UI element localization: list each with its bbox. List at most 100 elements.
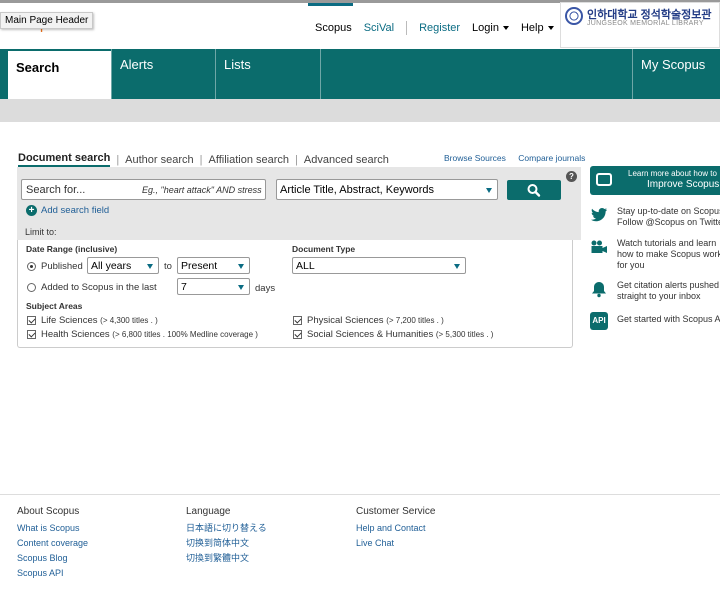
footer-link-content-coverage[interactable]: Content coverage [17, 536, 88, 551]
search-button[interactable] [507, 180, 561, 200]
footer-link-scopus-blog[interactable]: Scopus Blog [17, 551, 88, 566]
scopus-api-text: Get started with Scopus API [617, 314, 720, 324]
footer-about-column: About Scopus What is Scopus Content cove… [17, 506, 88, 581]
chat-bubble-icon [596, 173, 612, 186]
api-icon: API [590, 312, 608, 330]
tab-alerts[interactable]: Alerts [111, 49, 215, 99]
tab-lists[interactable]: Lists [215, 49, 320, 99]
add-search-field-link[interactable]: + Add search field [26, 205, 109, 216]
document-type-select[interactable]: ALL [292, 257, 466, 274]
document-type-label: Document Type [292, 244, 356, 254]
days-value: 7 [181, 281, 187, 293]
plus-icon: + [26, 205, 37, 216]
footer-link-traditional-chinese[interactable]: 切換到繁體中文 [186, 551, 267, 566]
footer-service-heading: Customer Service [356, 506, 436, 517]
alerts-line-2: straight to your inbox [617, 291, 701, 301]
tab-spacer [320, 49, 632, 99]
area-count: (> 6,800 titles . 100% Medline coverage … [112, 330, 258, 339]
main-tabbar: Search Alerts Lists My Scopus [0, 49, 720, 99]
area-name: Physical Sciences [307, 315, 384, 326]
compare-journals-link[interactable]: Compare journals [518, 153, 585, 163]
physical-sciences-label: Physical Sciences (> 7,200 titles . ) [307, 315, 444, 326]
chevron-down-icon [454, 264, 460, 269]
search-icon [527, 184, 541, 197]
social-sciences-checkbox[interactable] [293, 330, 302, 339]
twitter-line-1: Stay up-to-date on Scopus [617, 206, 720, 216]
footer-language-heading: Language [186, 506, 231, 517]
to-label: to [164, 261, 172, 272]
browse-sources-link[interactable]: Browse Sources [444, 153, 506, 163]
health-sciences-checkbox[interactable] [27, 330, 36, 339]
tab-advanced-search[interactable]: Advanced search [304, 154, 389, 166]
chevron-down-icon [147, 264, 153, 269]
to-year-select[interactable]: Present [177, 257, 250, 274]
tab-my-scopus[interactable]: My Scopus [632, 49, 720, 99]
footer-link-japanese[interactable]: 日本語に切り替える [186, 521, 267, 536]
tutorials-item[interactable]: Watch tutorials and learn how to make Sco… [590, 238, 720, 272]
footer-link-what-is-scopus[interactable]: What is Scopus [17, 521, 88, 536]
help-label: Help [520, 22, 544, 34]
footer-divider [0, 494, 720, 495]
tab-author-search[interactable]: Author search [125, 154, 193, 166]
nav-scopus-link[interactable]: Scopus [315, 22, 352, 34]
tab-search[interactable]: Search [8, 51, 111, 99]
library-logo[interactable]: 인하대학교 정석학술정보관 JUNGSEOK MEMORIAL LIBRARY [560, 2, 720, 48]
scopus-api-item[interactable]: API Get started with Scopus API [590, 312, 720, 332]
twitter-item[interactable]: Stay up-to-date on Scopus Follow @Scopus … [590, 206, 720, 230]
footer-link-live-chat[interactable]: Live Chat [356, 536, 435, 551]
search-field-value: Article Title, Abstract, Keywords [280, 184, 435, 196]
limit-to-label: Limit to: [25, 227, 57, 237]
from-year-select[interactable]: All years [87, 257, 159, 274]
register-link[interactable]: Register [419, 22, 460, 34]
added-to-scopus-radio[interactable] [27, 283, 36, 292]
help-menu[interactable]: Help [521, 22, 554, 34]
login-menu[interactable]: Login [472, 22, 509, 34]
published-radio[interactable] [27, 262, 36, 271]
learn-more-text: Learn more about how to [628, 169, 717, 178]
nav-scival-link[interactable]: SciVal [364, 22, 394, 34]
chevron-down-icon [238, 285, 244, 290]
life-sciences-checkbox[interactable] [27, 316, 36, 325]
tutorials-line-1: Watch tutorials and learn [617, 238, 717, 248]
days-select[interactable]: 7 [177, 278, 250, 295]
twitter-icon [591, 208, 607, 222]
area-count: (> 7,200 titles . ) [386, 316, 444, 325]
subject-areas-label: Subject Areas [26, 301, 83, 311]
add-search-field-label: Add search field [41, 205, 110, 216]
tab-document-search[interactable]: Document search [18, 152, 111, 167]
search-input[interactable]: Search for... Eg., "heart attack" AND st… [21, 179, 266, 200]
tutorials-line-3: for you [617, 260, 645, 270]
search-panel: Search for... Eg., "heart attack" AND st… [17, 167, 581, 240]
improve-scopus-text: Improve Scopus [647, 179, 720, 190]
days-label: days [255, 283, 276, 294]
chevron-down-icon [238, 264, 244, 269]
active-product-indicator [308, 3, 353, 6]
bell-icon [592, 282, 606, 298]
divider: | [116, 153, 120, 166]
search-placeholder: Search for... [26, 184, 86, 196]
footer-link-help-contact[interactable]: Help and Contact [356, 521, 435, 536]
date-range-label: Date Range (inclusive) [26, 244, 118, 254]
tab-affiliation-search[interactable]: Affiliation search [209, 154, 290, 166]
footer-link-scopus-api[interactable]: Scopus API [17, 566, 88, 581]
library-subtitle: JUNGSEOK MEMORIAL LIBRARY [587, 20, 704, 27]
search-example: Eg., "heart attack" AND stress [142, 185, 262, 195]
chevron-down-icon [486, 188, 492, 193]
area-name: Health Sciences [41, 329, 110, 340]
twitter-line-2: Follow @Scopus on Twitter [617, 217, 720, 227]
improve-scopus-button[interactable]: Learn more about how to Improve Scopus [590, 166, 720, 195]
divider: | [295, 153, 298, 166]
nav-divider [406, 21, 408, 35]
library-seal-icon [565, 7, 583, 25]
video-camera-icon [591, 240, 607, 253]
footer-language-column: Language 日本語に切り替える 切换到简体中文 切換到繁體中文 [186, 506, 267, 566]
help-icon[interactable]: ? [566, 171, 577, 182]
browse-links: Browse Sources Compare journals [444, 153, 595, 163]
tutorials-line-2: how to make Scopus work [617, 249, 720, 259]
citation-alerts-item[interactable]: Get citation alerts pushed straight to yo… [590, 280, 720, 304]
added-to-scopus-label: Added to Scopus in the last [41, 282, 157, 293]
physical-sciences-checkbox[interactable] [293, 316, 302, 325]
area-count: (> 5,300 titles . ) [435, 330, 494, 339]
footer-link-simplified-chinese[interactable]: 切换到简体中文 [186, 536, 267, 551]
search-field-select[interactable]: Article Title, Abstract, Keywords [276, 179, 498, 200]
